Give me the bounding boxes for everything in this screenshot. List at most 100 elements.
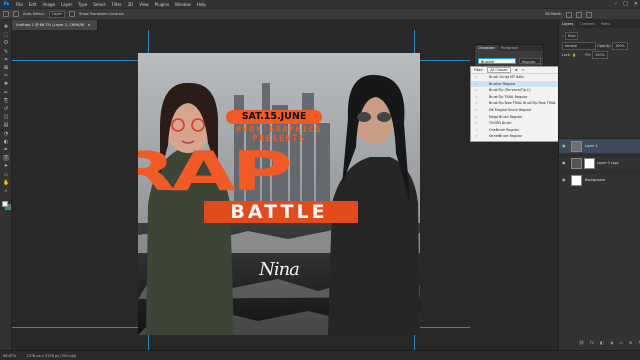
layer-row[interactable]: ◉ Background bbox=[559, 172, 640, 187]
menu-view[interactable]: View bbox=[136, 2, 152, 7]
layer-name[interactable]: Background bbox=[585, 173, 605, 188]
font-family-input[interactable]: Brusher bbox=[478, 58, 516, 64]
tab-layers[interactable]: Layers bbox=[559, 20, 577, 28]
marquee-tool-icon[interactable]: ⬚ bbox=[3, 32, 9, 38]
layer-thumbnail bbox=[571, 141, 582, 152]
quick-select-tool-icon[interactable]: ✎ bbox=[3, 49, 9, 55]
favorite-star-icon[interactable]: ☆ bbox=[475, 107, 478, 114]
poster-title-battle: BATTLE bbox=[230, 201, 328, 223]
layer-row[interactable]: ◉ Layer 1 bbox=[559, 138, 640, 153]
lock-row: Lock: 🔒 Fill: 100% bbox=[562, 51, 608, 59]
folder-icon[interactable]: ▭ bbox=[619, 340, 623, 345]
menu-file[interactable]: File bbox=[13, 2, 26, 7]
favorite-star-icon[interactable]: ☆ bbox=[475, 87, 478, 94]
favorite-star-icon[interactable]: ☆ bbox=[475, 133, 478, 140]
zoom-readout[interactable]: 66.67% bbox=[3, 351, 16, 360]
font-name: OneBrush Regular bbox=[489, 127, 519, 132]
eyedropper-tool-icon[interactable]: ✑ bbox=[3, 73, 9, 79]
favorite-star-icon[interactable]: ☆ bbox=[475, 100, 478, 107]
favorite-star-icon[interactable]: ☆ bbox=[475, 94, 478, 101]
show-transform-checkbox[interactable] bbox=[69, 11, 76, 17]
menu-layer[interactable]: Layer bbox=[58, 2, 75, 7]
move-tool-icon[interactable]: ✥ bbox=[3, 24, 9, 30]
fill-input[interactable]: 100% bbox=[592, 51, 608, 59]
character-panel-tabs: Character Paragraph bbox=[475, 45, 543, 51]
kind-filter-dropdown[interactable]: Kind bbox=[564, 32, 579, 40]
visibility-eye-icon[interactable]: ◉ bbox=[562, 177, 566, 182]
layer-name[interactable]: Layer 0 copy bbox=[597, 156, 619, 171]
menu-type[interactable]: Type bbox=[75, 2, 90, 7]
mask-icon[interactable]: ◧ bbox=[600, 340, 604, 345]
visibility-eye-icon[interactable]: ◉ bbox=[562, 160, 566, 165]
favorite-star-icon[interactable]: ☆ bbox=[475, 120, 478, 127]
new-layer-icon[interactable]: ⊞ bbox=[629, 340, 632, 345]
dodge-tool-icon[interactable]: ◐ bbox=[3, 139, 9, 145]
menu-3d[interactable]: 3D bbox=[125, 2, 137, 7]
tab-character[interactable]: Character bbox=[475, 45, 498, 51]
history-brush-tool-icon[interactable]: ↺ bbox=[3, 106, 9, 112]
menu-window[interactable]: Window bbox=[172, 2, 194, 7]
path-select-tool-icon[interactable]: ➤ bbox=[3, 163, 9, 169]
gradient-tool-icon[interactable]: ▤ bbox=[3, 122, 9, 128]
lasso-tool-icon[interactable]: ʘ bbox=[3, 40, 9, 46]
adjustment-icon[interactable]: ◑ bbox=[610, 340, 614, 345]
orbit-icon[interactable] bbox=[566, 12, 572, 18]
close-window-button[interactable]: ✕ bbox=[634, 0, 638, 8]
lock-icon[interactable]: 🔒 bbox=[572, 53, 576, 57]
crop-tool-icon[interactable]: ⌗ bbox=[3, 57, 9, 63]
blur-tool-icon[interactable]: ◔ bbox=[3, 131, 9, 137]
pen-tool-icon[interactable]: ✒ bbox=[3, 147, 9, 153]
type-tool-icon[interactable]: T bbox=[3, 155, 9, 162]
photoshop-logo-icon[interactable]: Ps bbox=[3, 1, 10, 7]
tab-paragraph[interactable]: Paragraph bbox=[498, 45, 521, 51]
auto-select-label: Auto-Select: bbox=[23, 12, 46, 16]
layer-mask-thumbnail[interactable] bbox=[584, 158, 595, 169]
brush-tool-icon[interactable]: ✏ bbox=[3, 90, 9, 96]
hand-tool-icon[interactable]: ✋ bbox=[3, 180, 9, 186]
menu-image[interactable]: Image bbox=[39, 2, 58, 7]
options-right: 3D Mode: bbox=[545, 12, 592, 18]
visibility-eye-icon[interactable]: ◉ bbox=[562, 143, 566, 148]
move-tool-preset-icon[interactable] bbox=[13, 11, 19, 17]
pan-icon[interactable] bbox=[586, 12, 592, 18]
favorite-star-icon[interactable]: ☆ bbox=[475, 81, 478, 88]
font-class-filter[interactable]: All Classes bbox=[487, 67, 511, 73]
shape-tool-icon[interactable]: ▭ bbox=[3, 172, 9, 178]
font-name: StreetBrush Regular bbox=[489, 134, 523, 139]
zoom-tool-icon[interactable]: ⌕ bbox=[3, 188, 9, 194]
favorites-filter-icon[interactable]: ★ bbox=[515, 68, 518, 72]
foreground-color-swatch[interactable] bbox=[2, 201, 8, 207]
menu-filter[interactable]: Filter bbox=[109, 2, 125, 7]
eraser-tool-icon[interactable]: ◫ bbox=[3, 114, 9, 120]
layer-name[interactable]: Layer 1 bbox=[585, 139, 598, 154]
tab-channels[interactable]: Channels bbox=[576, 20, 598, 28]
close-tab-icon[interactable]: × bbox=[87, 23, 90, 27]
favorite-star-icon[interactable]: ☆ bbox=[475, 127, 478, 134]
frame-tool-icon[interactable]: ⊠ bbox=[3, 65, 9, 71]
tab-paths[interactable]: Paths bbox=[598, 20, 613, 28]
menu-help[interactable]: Help bbox=[194, 2, 209, 7]
minimize-button[interactable]: – bbox=[615, 0, 618, 8]
maximize-button[interactable]: □ bbox=[623, 0, 628, 8]
favorite-star-icon[interactable]: ☆ bbox=[475, 74, 478, 81]
font-style-dropdown[interactable]: Regular bbox=[519, 58, 541, 64]
menu-edit[interactable]: Edit bbox=[26, 2, 40, 7]
clone-tool-icon[interactable]: ⎘ bbox=[3, 98, 9, 104]
auto-select-dropdown[interactable]: Layer bbox=[49, 10, 66, 18]
link-icon[interactable]: ⛓ bbox=[579, 340, 584, 345]
menu-select[interactable]: Select bbox=[90, 2, 108, 7]
similar-filter-icon[interactable]: ≈ bbox=[522, 68, 525, 72]
blend-mode-dropdown[interactable]: Normal bbox=[562, 42, 596, 50]
favorite-star-icon[interactable]: ☆ bbox=[475, 114, 478, 121]
roll-icon[interactable] bbox=[576, 12, 582, 18]
healing-tool-icon[interactable]: ✚ bbox=[3, 81, 9, 87]
font-name: DK Magical Brush Regular bbox=[489, 107, 532, 112]
opacity-input[interactable]: 100% bbox=[612, 42, 628, 50]
tools-panel: ✥ ⬚ ʘ ✎ ⌗ ⊠ ✑ ✚ ✏ ⎘ ↺ ◫ ▤ ◔ ◐ ✒ T ➤ ▭ ✋ ⌕ bbox=[0, 20, 12, 350]
menu-plugins[interactable]: Plugins bbox=[152, 2, 172, 7]
document-tab[interactable]: Untitled-1 @ 66.7% (Layer 1, CMYK/8) × bbox=[12, 20, 98, 30]
home-icon[interactable] bbox=[3, 11, 9, 17]
layer-row[interactable]: ◉ Layer 0 copy bbox=[559, 155, 640, 170]
poster-signature: Nina bbox=[259, 259, 300, 280]
fx-icon[interactable]: fx bbox=[590, 340, 594, 345]
